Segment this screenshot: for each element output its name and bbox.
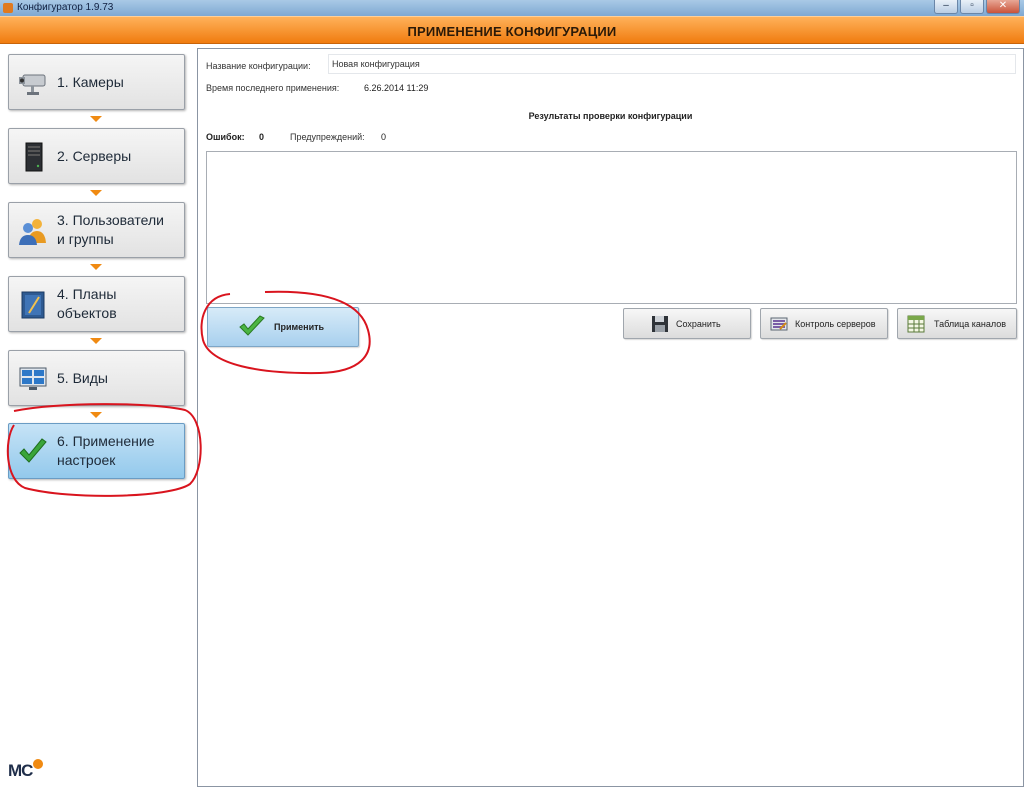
- step-label: 2. Серверы: [57, 147, 132, 164]
- main-panel: Название конфигурации: Новая конфигураци…: [197, 48, 1024, 787]
- checkmark-icon: [19, 438, 47, 463]
- config-name-field[interactable]: Новая конфигурация: [328, 54, 1016, 74]
- server-control-button[interactable]: Контроль серверов: [760, 308, 888, 339]
- floor-plan-icon: [21, 291, 45, 319]
- step-label: 1. Камеры: [57, 73, 124, 90]
- results-title: Результаты проверки конфигурации: [528, 111, 693, 121]
- step-arrow: [90, 190, 102, 196]
- save-button[interactable]: Сохранить: [623, 308, 751, 339]
- step-label: 6. Применение настроек: [57, 433, 155, 468]
- window-titlebar: Конфигуратор 1.9.73 – ▫ ✕: [0, 0, 1024, 16]
- camera-icon: [19, 74, 46, 95]
- server-icon: [25, 142, 43, 172]
- step-arrow: [90, 116, 102, 122]
- server-control-button-label: Контроль серверов: [795, 318, 876, 329]
- channels-table-button-label: Таблица каналов: [934, 318, 1007, 329]
- window-controls: – ▫ ✕: [934, 0, 1020, 14]
- step-servers[interactable]: 2. Серверы: [8, 128, 185, 184]
- warnings-label: Предупреждений:: [290, 132, 365, 142]
- step-cameras[interactable]: 1. Камеры: [8, 54, 185, 110]
- page-header: ПРИМЕНЕНИЕ КОНФИГУРАЦИИ: [0, 16, 1024, 44]
- save-button-label: Сохранить: [676, 318, 721, 329]
- close-icon[interactable]: ✕: [986, 0, 1020, 14]
- page-title: ПРИМЕНЕНИЕ КОНФИГУРАЦИИ: [407, 24, 617, 39]
- step-label: 3. Пользователи и группы: [57, 212, 164, 247]
- step-arrow: [90, 338, 102, 344]
- app-icon: [3, 3, 13, 13]
- step-apply-settings[interactable]: 6. Применение настроек: [8, 423, 185, 479]
- window-title: Конфигуратор 1.9.73: [17, 2, 114, 13]
- floppy-disk-icon: [652, 315, 668, 332]
- minimize-icon[interactable]: –: [934, 0, 958, 14]
- results-list[interactable]: [206, 151, 1017, 304]
- step-floor-plans[interactable]: 4. Планы объектов: [8, 276, 185, 332]
- restore-icon[interactable]: ▫: [960, 0, 984, 14]
- apply-button-label: Применить: [274, 322, 325, 332]
- config-name-label: Название конфигурации:: [206, 61, 311, 71]
- monitor-layout-icon: [19, 367, 47, 390]
- wizard-sidebar: 1. Камеры 2. Серверы 3. Пользователи и г…: [0, 45, 196, 791]
- errors-count: 0: [259, 132, 265, 142]
- step-label: 5. Виды: [57, 369, 108, 386]
- step-arrow: [90, 264, 102, 270]
- apply-button[interactable]: Применить: [207, 307, 359, 347]
- last-apply-value: 6.26.2014 11:29: [364, 83, 429, 93]
- step-arrow: [90, 412, 102, 418]
- server-control-icon: [770, 317, 788, 330]
- last-apply-label: Время последнего применения:: [206, 83, 340, 93]
- checkmark-icon: [239, 315, 265, 336]
- channels-table-button[interactable]: Таблица каналов: [897, 308, 1017, 339]
- step-users-groups[interactable]: 3. Пользователи и группы: [8, 202, 185, 258]
- brand-logo: MC: [8, 759, 44, 781]
- users-icon: [19, 219, 46, 245]
- table-icon: [907, 315, 925, 332]
- step-label: 4. Планы объектов: [57, 286, 117, 321]
- step-views[interactable]: 5. Виды: [8, 350, 185, 406]
- errors-label: Ошибок:: [206, 132, 245, 142]
- warnings-count: 0: [381, 132, 387, 142]
